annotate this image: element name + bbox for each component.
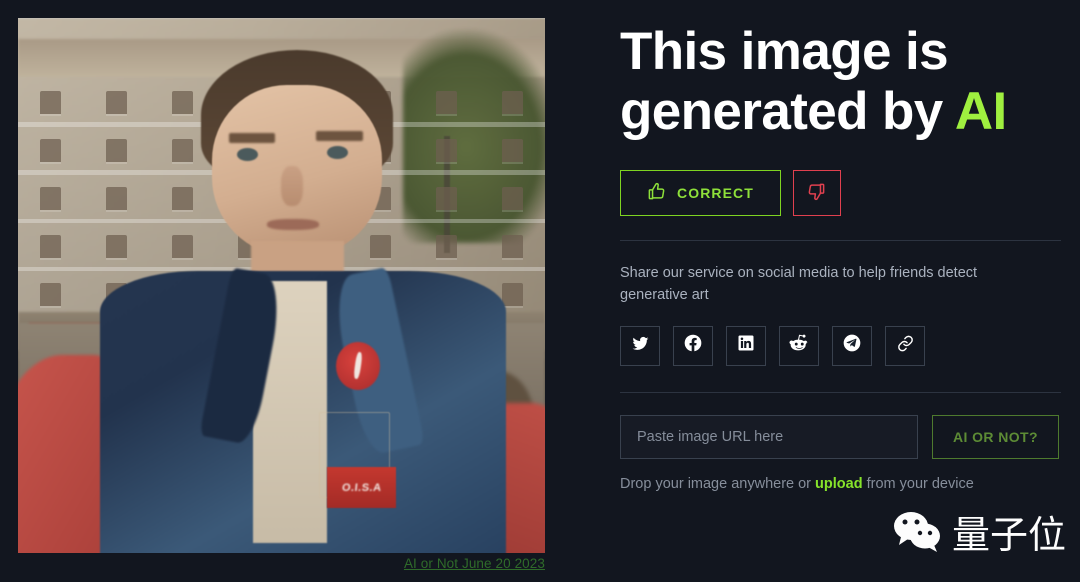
correct-button[interactable]: CORRECT — [620, 169, 781, 216]
ai-or-not-submit-button[interactable]: AI OR NOT? — [932, 414, 1059, 459]
share-telegram-button[interactable] — [832, 325, 872, 366]
ai-detector-result-page: O.I.S.A AI or Not June 20 2023 This imag… — [0, 0, 1080, 582]
headline-line-2-prefix: generated by — [620, 82, 955, 142]
drop-hint-prefix: Drop your image anywhere or — [620, 475, 816, 492]
rect-badge-text: O.I.S.A — [341, 481, 383, 494]
copy-link-button[interactable] — [885, 325, 925, 366]
rect-badge: O.I.S.A — [327, 467, 396, 508]
verdict-feedback-row: CORRECT — [620, 169, 1064, 216]
share-twitter-button[interactable] — [620, 325, 660, 366]
page-title: This image is generated by AI — [620, 22, 1040, 143]
upload-row: AI OR NOT? — [620, 414, 1064, 459]
upload-link[interactable]: upload — [815, 476, 863, 492]
link-icon — [896, 334, 915, 358]
divider-bottom — [620, 391, 1061, 393]
photo-canvas: O.I.S.A — [18, 18, 545, 553]
facebook-icon — [683, 333, 703, 358]
telegram-icon — [842, 333, 862, 358]
divider-top — [620, 239, 1061, 241]
share-description: Share our service on social media to hel… — [620, 264, 978, 304]
image-caption[interactable]: AI or Not June 20 2023 — [18, 556, 545, 571]
photo-column: O.I.S.A AI or Not June 20 2023 — [0, 0, 602, 582]
reddit-icon — [789, 333, 809, 358]
wrong-button[interactable] — [792, 169, 841, 216]
analyzed-image[interactable]: O.I.S.A — [18, 18, 545, 553]
share-facebook-button[interactable] — [673, 325, 713, 366]
twitter-icon — [631, 334, 650, 358]
round-badge — [335, 341, 380, 390]
foreground-man: O.I.S.A — [100, 50, 506, 553]
wechat-watermark: 量子位 — [890, 508, 1066, 561]
result-panel: This image is generated by AI CORRECT Sh… — [602, 0, 1080, 582]
wechat-icon — [890, 508, 946, 561]
share-reddit-button[interactable] — [779, 325, 819, 366]
thumbs-up-icon — [647, 182, 666, 204]
social-share-row — [620, 325, 1064, 366]
image-url-input[interactable] — [620, 414, 918, 459]
drop-hint: Drop your image anywhere or upload from … — [620, 476, 1064, 492]
linkedin-icon — [737, 334, 755, 357]
headline-line-1: This image is — [620, 22, 949, 81]
thumbs-down-icon — [807, 182, 826, 204]
correct-button-label: CORRECT — [677, 184, 754, 201]
headline-accent: AI — [954, 82, 1007, 142]
drop-hint-suffix: from your device — [862, 475, 974, 492]
watermark-text: 量子位 — [951, 512, 1066, 557]
share-linkedin-button[interactable] — [726, 325, 766, 366]
